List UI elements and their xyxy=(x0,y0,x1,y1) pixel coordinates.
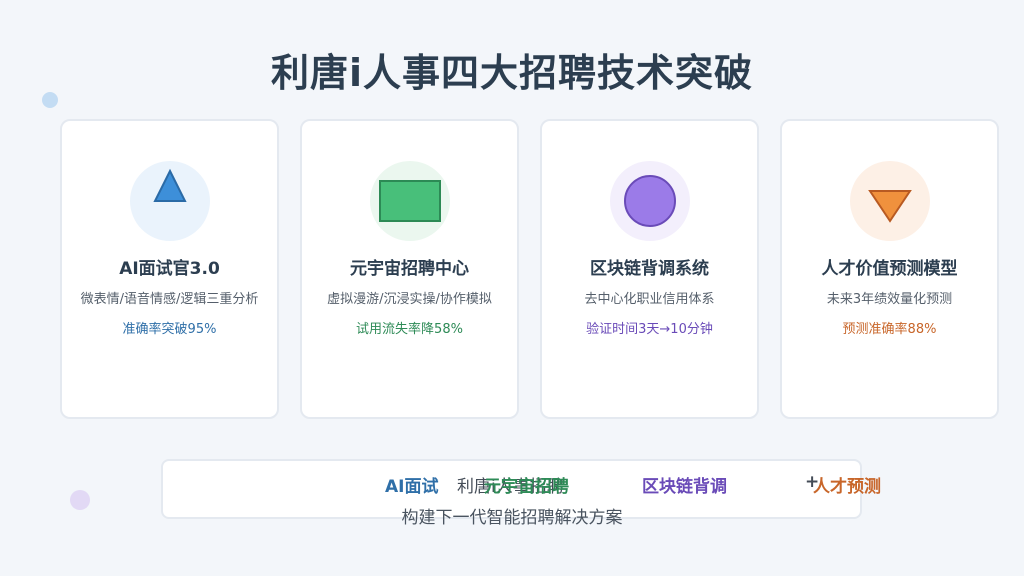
down-triangle-icon xyxy=(867,190,912,223)
card-title: AI面试官3.0 xyxy=(119,259,220,279)
rectangle-icon xyxy=(378,180,441,222)
triangle-icon xyxy=(152,168,187,202)
card-stat: 准确率突破95% xyxy=(122,322,217,337)
card-description: 微表情/语音情感/逻辑三重分析 xyxy=(80,292,259,307)
page-title: 利唐i人事四大招聘技术突破 xyxy=(270,51,754,95)
rectangle-icon-bg xyxy=(369,161,450,241)
card-talent-prediction: 人才价值预测模型 未来3年绩效量化预测 预测准确率88% xyxy=(780,119,999,419)
card-stat: 预测准确率88% xyxy=(842,322,937,337)
card-blockchain-check: 区块链背调系统 去中心化职业信用体系 验证时间3天→10分钟 xyxy=(540,119,759,419)
decor-dot-blue xyxy=(42,92,58,108)
circle-icon-bg xyxy=(609,161,690,241)
footer-item-metaverse: 元宇宙招聘 xyxy=(484,477,569,497)
card-title: 元宇宙招聘中心 xyxy=(350,259,469,279)
triangle-icon-bg xyxy=(129,161,210,241)
card-stat: 验证时间3天→10分钟 xyxy=(586,322,713,337)
card-description: 虚拟漫游/沉浸实操/协作模拟 xyxy=(327,292,492,307)
card-stat: 试用流失率降58% xyxy=(356,322,463,337)
footer-subtitle: 构建下一代智能招聘解决方案 xyxy=(401,508,623,528)
card-title: 区块链背调系统 xyxy=(590,259,709,279)
card-description: 未来3年绩效量化预测 xyxy=(826,292,953,307)
card-metaverse-center: 元宇宙招聘中心 虚拟漫游/沉浸实操/协作模拟 试用流失率降58% xyxy=(300,119,519,419)
down-triangle-icon-bg xyxy=(849,161,930,241)
card-title: 人才价值预测模型 xyxy=(821,259,958,279)
footer-item-blockchain: 区块链背调 xyxy=(642,477,727,497)
footer-item-talent: 人才预测 xyxy=(813,477,881,497)
circle-icon xyxy=(623,175,676,227)
card-ai-interviewer: AI面试官3.0 微表情/语音情感/逻辑三重分析 准确率突破95% xyxy=(60,119,279,419)
card-description: 去中心化职业信用体系 xyxy=(584,292,715,307)
footer-item-ai: AI面试 xyxy=(385,477,439,497)
